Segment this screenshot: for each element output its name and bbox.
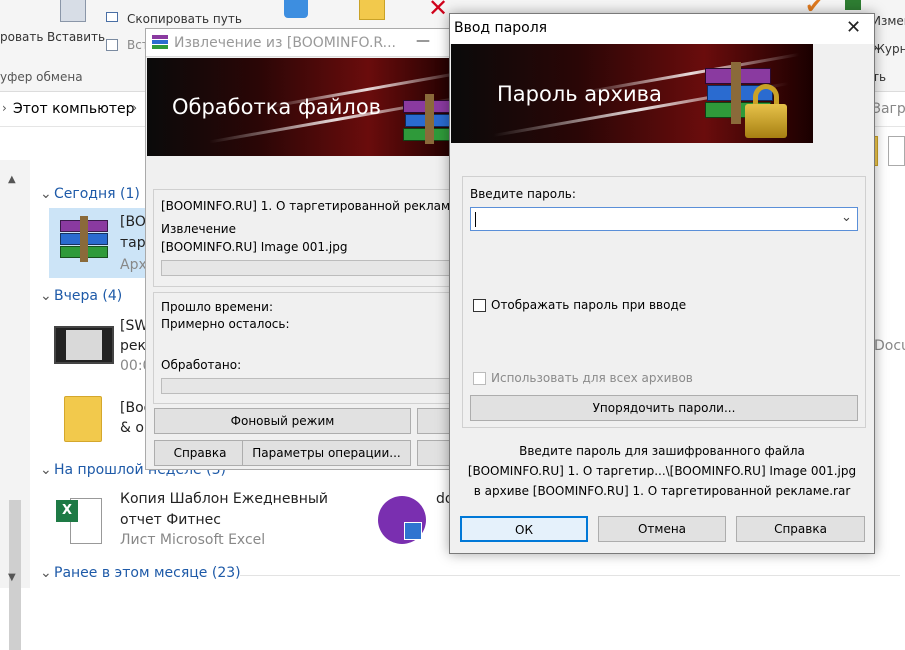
use-for-all-checkbox[interactable] (473, 372, 486, 385)
operation-params-button[interactable]: Параметры операции... (242, 440, 411, 466)
cancel-button[interactable]: Отмена (598, 516, 726, 542)
group-today[interactable]: ⌄ Сегодня (1) (40, 186, 140, 202)
address-dropdown-icon[interactable]: › (132, 101, 137, 116)
extraction-window[interactable]: Извлечение из [BOOMINFO.R... — Обработка… (145, 28, 479, 470)
chevron-down-icon[interactable]: ⌄ (841, 210, 852, 225)
divider (240, 575, 900, 576)
video-file-icon[interactable] (54, 326, 114, 364)
details-pane-icon[interactable] (888, 136, 905, 166)
time-panel: Прошло времени: Примерно осталось: Обраб… (153, 292, 463, 404)
chevron-down-icon: ⌄ (40, 186, 52, 202)
elapsed-label: Прошло времени: (161, 300, 273, 314)
delete-icon[interactable]: ✕ (428, 0, 448, 22)
file-type-excel: Лист Microsoft Excel (120, 532, 266, 548)
copy-to-icon[interactable] (359, 0, 385, 20)
remaining-label: Примерно осталось: (161, 317, 290, 331)
copy-path-icon (106, 12, 118, 22)
scroll-down-icon[interactable]: ▼ (8, 572, 16, 583)
info-line-2: [BOOMINFO.RU] 1. О таргетир...\[BOOMINFO… (467, 464, 857, 478)
file-name-folder-2: & о (120, 420, 144, 436)
file-name-excel-2: отчет Фитнес (120, 512, 221, 528)
chevron-down-icon: ⌄ (40, 565, 52, 581)
ribbon-rename[interactable]: ровать (0, 30, 43, 44)
extraction-titlebar[interactable]: Извлечение из [BOOMINFO.R... — (146, 29, 462, 57)
use-for-all-label[interactable]: Использовать для всех архивов (491, 371, 693, 385)
organize-passwords-button[interactable]: Упорядочить пароли... (470, 395, 858, 421)
select-all-icon[interactable] (845, 0, 861, 10)
password-input[interactable]: ⌄ (470, 207, 858, 231)
background-button[interactable]: Фоновый режим (154, 408, 411, 434)
file-name-rar: [BO (120, 214, 146, 230)
show-password-label[interactable]: Отображать пароль при вводе (491, 298, 686, 312)
ribbon-copy-path[interactable]: Скопировать путь (127, 12, 242, 26)
ok-button[interactable]: ОК (460, 516, 588, 542)
file-name-excel: Копия Шаблон Ежедневный (120, 491, 329, 507)
winrar-archive-icon (58, 214, 112, 264)
total-progress-bar (161, 378, 461, 394)
password-titlebar[interactable]: Ввод пароля ✕ (450, 14, 874, 44)
lock-books-icon (701, 56, 811, 140)
show-password-checkbox[interactable] (473, 299, 486, 312)
ribbon-paste[interactable]: Вставить (47, 30, 105, 44)
excel-file-icon[interactable]: X (56, 496, 104, 546)
address-location[interactable]: Этот компьютер (13, 101, 135, 117)
password-dialog-title: Ввод пароля (454, 20, 548, 36)
shield-app-icon[interactable] (378, 496, 426, 544)
search-box-text[interactable]: Загру (872, 101, 905, 117)
paste-shortcut-icon (106, 39, 118, 51)
winrar-app-icon (152, 34, 168, 50)
password-banner: Пароль архива (451, 44, 813, 143)
text-cursor (475, 212, 476, 227)
ribbon-journal[interactable]: Журна (872, 42, 905, 56)
help-button[interactable]: Справка (736, 516, 865, 542)
info-line-1: Введите пароль для зашифрованного файла (519, 444, 805, 458)
chevron-right-icon: › (2, 101, 7, 115)
move-to-icon[interactable] (284, 0, 308, 18)
processed-label: Обработано: (161, 358, 242, 372)
close-icon[interactable]: ✕ (846, 17, 861, 38)
password-panel: Введите пароль: ⌄ Отображать пароль при … (462, 176, 866, 428)
ribbon-rename2[interactable]: Измен (872, 14, 905, 28)
extraction-title: Извлечение из [BOOMINFO.R... (174, 35, 396, 51)
extract-help-button[interactable]: Справка (154, 440, 246, 466)
group-yesterday[interactable]: ⌄ Вчера (4) (40, 288, 122, 304)
extraction-banner: Обработка файлов (147, 58, 463, 156)
group-this-month[interactable]: ⌄ Ранее в этом месяце (23) (40, 565, 241, 581)
chevron-down-icon: ⌄ (40, 288, 52, 304)
info-line-3: в архиве [BOOMINFO.RU] 1. О таргетирован… (473, 484, 851, 498)
file-type-right: Docu (874, 338, 905, 354)
password-banner-title: Пароль архива (497, 82, 662, 106)
password-dialog[interactable]: Ввод пароля ✕ Пароль архива Введите паро… (449, 13, 875, 554)
file-name-video: [SW (120, 318, 149, 334)
file-progress-bar (161, 260, 461, 276)
chevron-down-icon: ⌄ (40, 462, 52, 478)
scroll-up-icon[interactable]: ▲ (8, 174, 16, 185)
password-prompt: Введите пароль: (470, 187, 576, 201)
extraction-banner-title: Обработка файлов (172, 95, 382, 119)
folder-icon[interactable] (64, 396, 102, 442)
navigation-pane[interactable]: ▲ ▼ (0, 160, 30, 650)
action-label: Извлечение (161, 222, 236, 236)
current-file: [BOOMINFO.RU] Image 001.jpg (161, 240, 348, 254)
archive-name: [BOOMINFO.RU] 1. О таргетированной рекла… (161, 199, 479, 213)
ribbon-clipboard-group: уфер обмена (0, 70, 83, 84)
progress-panel: [BOOMINFO.RU] 1. О таргетированной рекла… (153, 189, 479, 287)
paste-icon[interactable] (60, 0, 86, 22)
minimize-button[interactable]: — (416, 33, 430, 49)
